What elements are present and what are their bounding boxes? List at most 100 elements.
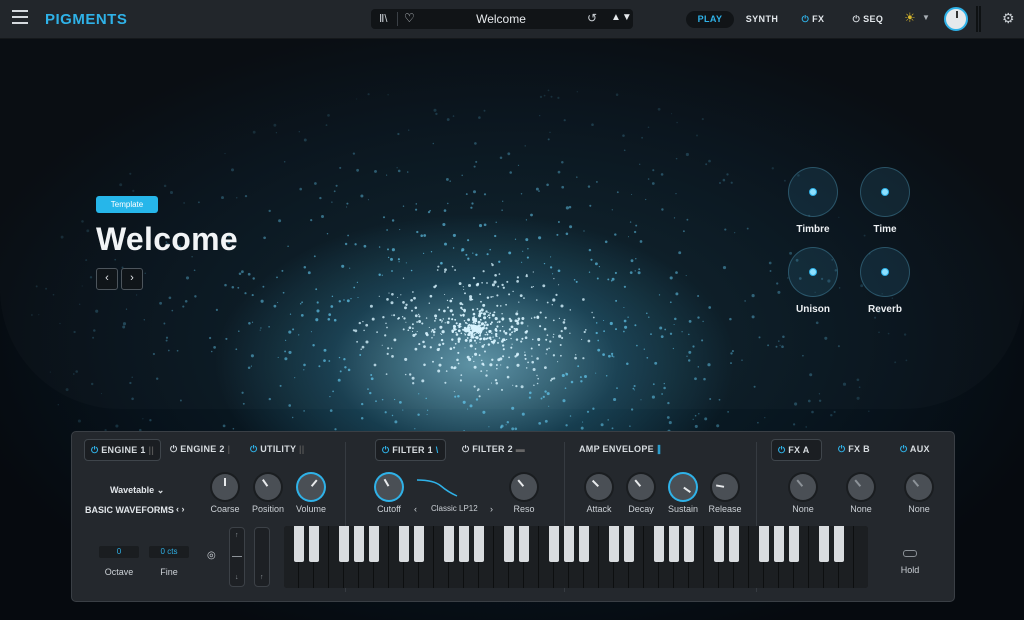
master-volume-knob[interactable] xyxy=(944,7,968,31)
tab-play[interactable]: PLAY xyxy=(686,11,734,28)
particle xyxy=(423,345,426,348)
macro-unison[interactable]: Unison xyxy=(788,247,838,315)
black-key[interactable] xyxy=(714,526,724,562)
reso-knob[interactable] xyxy=(511,474,537,500)
particle xyxy=(381,344,383,346)
engine-type-select[interactable]: Wavetable ⌄ xyxy=(110,485,164,496)
black-key[interactable] xyxy=(519,526,529,562)
black-key[interactable] xyxy=(609,526,619,562)
tab-filter-1[interactable]: ⏻ FILTER 1 \ xyxy=(375,439,446,461)
black-key[interactable] xyxy=(414,526,424,562)
tab-synth[interactable]: SYNTH xyxy=(744,11,780,28)
fx-slot-knob[interactable] xyxy=(906,474,932,500)
tab-utility[interactable]: ⏻ UTILITY || xyxy=(250,439,305,459)
mod-wheel[interactable]: ↑ xyxy=(254,527,270,587)
macro-knob[interactable] xyxy=(788,247,838,297)
particle xyxy=(278,219,282,223)
tab-fx[interactable]: ⏻ FX xyxy=(797,11,829,28)
fine-value[interactable]: 0 cts xyxy=(149,546,189,558)
black-key[interactable] xyxy=(819,526,829,562)
particle xyxy=(284,350,287,353)
black-key[interactable] xyxy=(669,526,679,562)
library-icon[interactable]: Ⅱ\ xyxy=(379,12,387,25)
black-key[interactable] xyxy=(729,526,739,562)
black-key[interactable] xyxy=(549,526,559,562)
filter-type-name[interactable]: Classic LP12 xyxy=(431,504,478,513)
hamburger-icon[interactable] xyxy=(12,10,28,26)
prev-preset-button[interactable]: ‹ xyxy=(96,268,118,290)
particle xyxy=(549,340,552,343)
white-key[interactable] xyxy=(854,526,868,588)
tab-seq[interactable]: ⏻ SEQ xyxy=(848,11,888,28)
link-icon[interactable]: ◎ xyxy=(207,550,216,561)
fx-slot-knob[interactable] xyxy=(848,474,874,500)
waveform-nav[interactable]: ‹ › xyxy=(176,504,185,514)
macro-reverb[interactable]: Reverb xyxy=(860,247,910,315)
fx-slot-knob[interactable] xyxy=(790,474,816,500)
particle xyxy=(542,395,545,399)
black-key[interactable] xyxy=(309,526,319,562)
black-key[interactable] xyxy=(774,526,784,562)
particle xyxy=(171,309,174,312)
tab-filter-2[interactable]: ⏻ FILTER 2 ▬ xyxy=(462,439,525,459)
gear-icon[interactable]: ⚙ xyxy=(1002,10,1015,27)
particle xyxy=(614,233,617,236)
hold-toggle[interactable] xyxy=(903,550,917,557)
attack-knob[interactable] xyxy=(586,474,612,500)
piano-keyboard[interactable] xyxy=(284,526,868,588)
release-knob[interactable] xyxy=(712,474,738,500)
macro-timbre[interactable]: Timbre xyxy=(788,167,838,235)
black-key[interactable] xyxy=(339,526,349,562)
black-key[interactable] xyxy=(654,526,664,562)
waveform-name[interactable]: BASIC WAVEFORMS xyxy=(85,505,174,515)
particle xyxy=(533,384,535,387)
black-key[interactable] xyxy=(579,526,589,562)
macro-time[interactable]: Time xyxy=(860,167,910,235)
octave-value[interactable]: 0 xyxy=(99,546,139,558)
black-key[interactable] xyxy=(294,526,304,562)
black-key[interactable] xyxy=(504,526,514,562)
particle xyxy=(598,266,601,268)
heart-icon[interactable]: ♡ xyxy=(404,11,415,25)
filter-type-prev[interactable]: ‹ xyxy=(414,504,417,514)
preset-name[interactable]: Welcome xyxy=(441,12,561,26)
tab-fx-b[interactable]: ⏻ FX B xyxy=(838,439,870,459)
black-key[interactable] xyxy=(624,526,634,562)
macro-knob[interactable] xyxy=(860,167,910,217)
black-key[interactable] xyxy=(789,526,799,562)
sustain-knob[interactable] xyxy=(670,474,696,500)
volume-knob[interactable] xyxy=(298,474,324,500)
black-key[interactable] xyxy=(474,526,484,562)
up-down-arrows-icon[interactable]: ▲▼ xyxy=(611,12,633,23)
lightbulb-icon[interactable]: ☀ xyxy=(904,10,916,26)
macro-knob[interactable] xyxy=(860,247,910,297)
black-key[interactable] xyxy=(369,526,379,562)
next-preset-button[interactable]: › xyxy=(121,268,143,290)
particle xyxy=(719,182,721,184)
tab-engine-2[interactable]: ⏻ ENGINE 2 | xyxy=(170,439,230,459)
particle xyxy=(268,397,272,401)
black-key[interactable] xyxy=(354,526,364,562)
refresh-icon[interactable]: ↺ xyxy=(587,11,597,25)
black-key[interactable] xyxy=(564,526,574,562)
tab-engine-1[interactable]: ⏻ ENGINE 1 || xyxy=(84,439,162,461)
pitch-wheel[interactable]: ↑ ↓ xyxy=(229,527,245,587)
chevron-right-icon[interactable]: › xyxy=(182,504,185,514)
black-key[interactable] xyxy=(444,526,454,562)
position-knob[interactable] xyxy=(255,474,281,500)
cutoff-knob[interactable] xyxy=(376,474,402,500)
black-key[interactable] xyxy=(834,526,844,562)
black-key[interactable] xyxy=(759,526,769,562)
black-key[interactable] xyxy=(684,526,694,562)
chevron-left-icon[interactable]: ‹ xyxy=(176,504,179,514)
amp-envelope-title[interactable]: AMP ENVELOPE ∥ xyxy=(579,439,662,459)
coarse-knob[interactable] xyxy=(212,474,238,500)
chevron-down-icon[interactable]: ▼ xyxy=(922,13,930,22)
macro-knob[interactable] xyxy=(788,167,838,217)
decay-knob[interactable] xyxy=(628,474,654,500)
particle xyxy=(781,345,784,349)
black-key[interactable] xyxy=(399,526,409,562)
tab-aux[interactable]: ⏻ AUX xyxy=(900,439,930,459)
tab-fx-a[interactable]: ⏻ FX A xyxy=(771,439,823,461)
black-key[interactable] xyxy=(459,526,469,562)
